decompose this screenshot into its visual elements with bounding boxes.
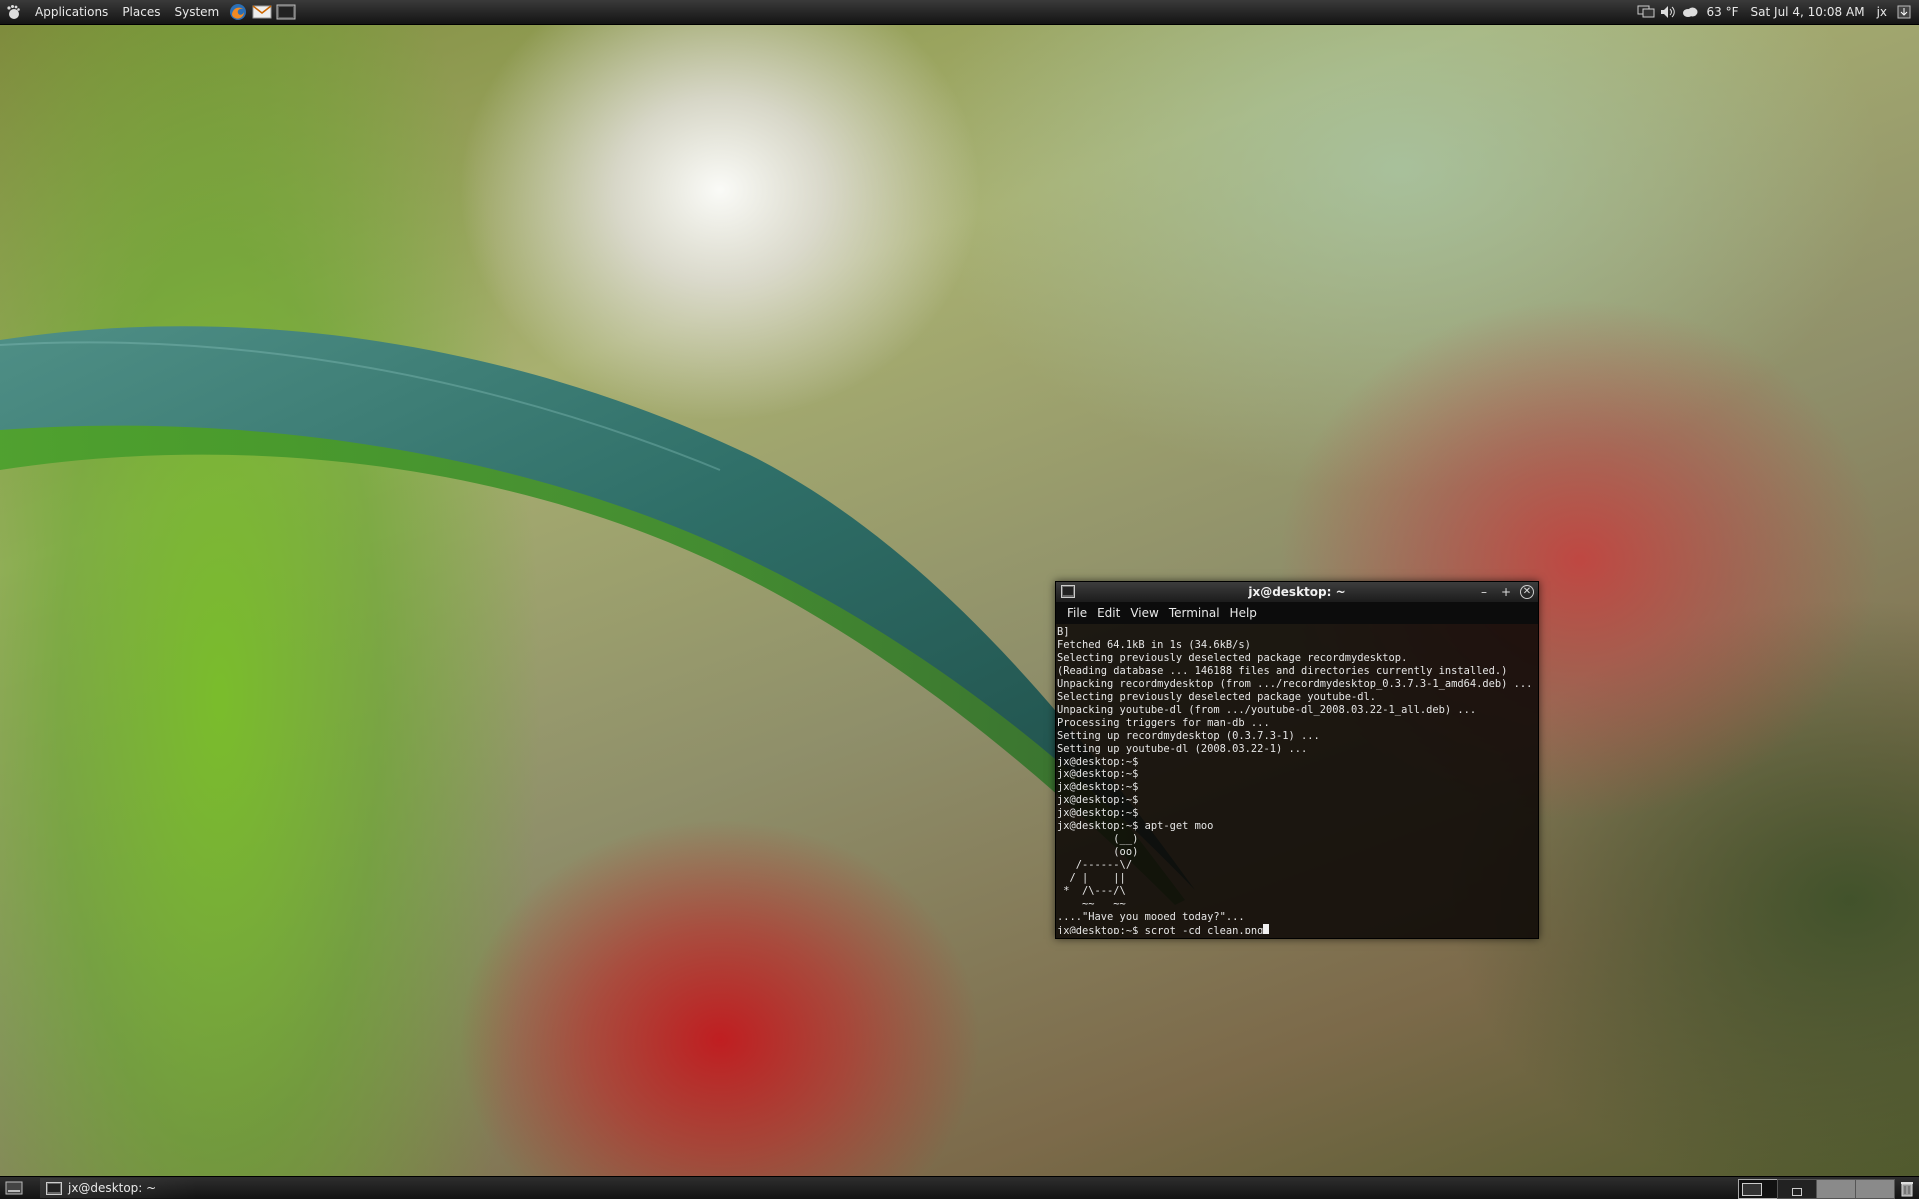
volume-icon[interactable]	[1659, 3, 1677, 21]
terminal-launcher-icon[interactable]	[276, 3, 296, 21]
workspace-3[interactable]	[1816, 1179, 1856, 1199]
terminal-line: jx@desktop:~$	[1057, 768, 1139, 781]
terminal-menubar: File Edit View Terminal Help	[1056, 602, 1538, 624]
terminal-line: Selecting previously deselected package …	[1057, 690, 1377, 703]
taskbar-item-terminal[interactable]: jx@desktop: ~	[40, 1178, 196, 1198]
wallpaper-leaf	[0, 326, 1195, 905]
desktop: Applications Places System 63 °F Sat Jul…	[0, 0, 1919, 1199]
firefox-icon[interactable]	[228, 3, 248, 21]
menu-file[interactable]: File	[1062, 606, 1092, 620]
terminal-line: / | ||	[1057, 872, 1126, 885]
terminal-line: jx@desktop:~$	[1057, 807, 1139, 820]
workspace-4[interactable]	[1855, 1179, 1895, 1199]
close-icon[interactable]: ✕	[1520, 585, 1534, 599]
terminal-line: (Reading database ... 146188 files and d…	[1057, 664, 1508, 677]
terminal-line: jx@desktop:~$	[1057, 781, 1139, 794]
terminal-line: B]	[1057, 626, 1070, 638]
menu-edit[interactable]: Edit	[1092, 606, 1125, 620]
menu-system[interactable]: System	[167, 0, 226, 24]
workspace-2[interactable]	[1777, 1179, 1817, 1199]
terminal-output[interactable]: B] Fetched 64.1kB in 1s (34.6kB/s) Selecti…	[1056, 624, 1538, 934]
terminal-line: Setting up recordmydesktop (0.3.7.3-1) .…	[1057, 729, 1320, 742]
terminal-line: Unpacking youtube-dl (from .../youtube-d…	[1057, 703, 1477, 716]
window-controls: – + ✕	[1470, 584, 1534, 600]
terminal-line: ~~ ~~	[1057, 898, 1126, 911]
top-panel: Applications Places System 63 °F Sat Jul…	[0, 0, 1919, 25]
menu-places[interactable]: Places	[115, 0, 167, 24]
trash-icon[interactable]	[1899, 1179, 1915, 1198]
terminal-line: Fetched 64.1kB in 1s (34.6kB/s)	[1057, 638, 1251, 651]
terminal-line: /------\/	[1057, 859, 1133, 872]
minimize-icon[interactable]: –	[1476, 584, 1492, 600]
terminal-prompt-line[interactable]: jx@desktop:~$ scrot -cd clean.png	[1057, 923, 1537, 934]
clock[interactable]: Sat Jul 4, 10:08 AM	[1745, 5, 1871, 19]
terminal-line: * /\---/\	[1057, 885, 1126, 898]
maximize-icon[interactable]: +	[1498, 584, 1514, 600]
terminal-title: jx@desktop: ~	[1248, 585, 1346, 599]
menu-applications[interactable]: Applications	[28, 0, 115, 24]
terminal-line: Setting up youtube-dl (2008.03.22-1) ...	[1057, 742, 1308, 755]
terminal-line: Processing triggers for man-db ...	[1057, 716, 1270, 729]
terminal-task-icon	[46, 1181, 62, 1195]
terminal-line: Selecting previously deselected package …	[1057, 651, 1408, 664]
text-cursor	[1263, 923, 1270, 934]
terminal-line: (__)	[1057, 833, 1139, 846]
terminal-window-icon[interactable]	[1061, 585, 1075, 599]
terminal-line: jx@desktop:~$	[1057, 794, 1139, 807]
terminal-titlebar[interactable]: jx@desktop: ~ – + ✕	[1056, 582, 1538, 602]
menu-view[interactable]: View	[1125, 606, 1163, 620]
user-switcher[interactable]: jx	[1871, 5, 1893, 19]
top-panel-right: 63 °F Sat Jul 4, 10:08 AM jx	[1635, 0, 1915, 24]
show-desktop-icon[interactable]	[4, 1180, 24, 1196]
mail-icon[interactable]	[252, 3, 272, 21]
terminal-command: jx@desktop:~$ scrot -cd clean.png	[1057, 924, 1264, 934]
terminal-line: jx@desktop:~$	[1057, 755, 1139, 768]
weather-cloud-icon[interactable]	[1681, 3, 1699, 21]
workspace-1[interactable]	[1738, 1179, 1778, 1199]
bottom-panel: jx@desktop: ~	[0, 1176, 1919, 1199]
terminal-line: ...."Have you mooed today?"...	[1057, 910, 1245, 923]
network-icon[interactable]	[1637, 3, 1655, 21]
terminal-line: jx@desktop:~$ apt-get moo	[1057, 820, 1214, 833]
weather-temperature[interactable]: 63 °F	[1701, 5, 1745, 19]
shutdown-icon[interactable]	[1895, 3, 1913, 21]
terminal-line: (oo)	[1057, 846, 1139, 859]
top-panel-left: Applications Places System	[4, 0, 298, 24]
taskbar-item-label: jx@desktop: ~	[68, 1181, 157, 1195]
terminal-window[interactable]: jx@desktop: ~ – + ✕ File Edit View Termi…	[1055, 581, 1539, 939]
menu-help[interactable]: Help	[1225, 606, 1262, 620]
workspace-switcher	[1738, 1179, 1895, 1199]
terminal-line: Unpacking recordmydesktop (from .../reco…	[1057, 677, 1533, 690]
gnome-foot-icon[interactable]	[4, 3, 22, 21]
menu-terminal[interactable]: Terminal	[1164, 606, 1225, 620]
